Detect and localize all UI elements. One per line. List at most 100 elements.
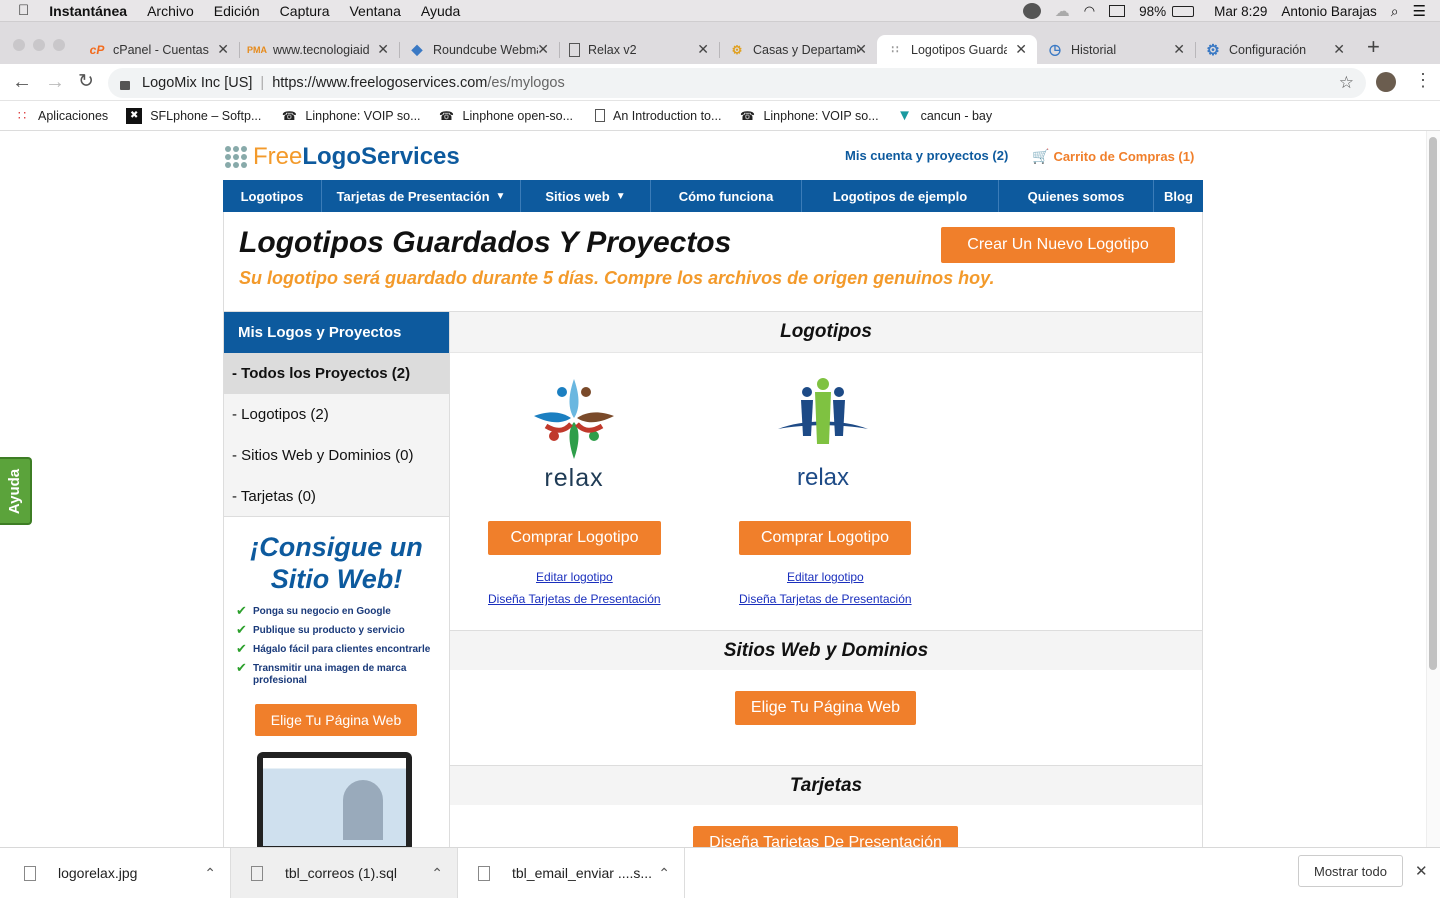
edit-logo-link-1[interactable]: Editar logotipo <box>536 570 613 584</box>
bookmark-label: Linphone: VOIP so... <box>763 108 879 123</box>
nav-quienes-somos[interactable]: Quienes somos <box>999 180 1154 212</box>
menu-archivo[interactable]: Archivo <box>147 3 194 19</box>
nav-logotipos[interactable]: Logotipos <box>223 180 322 212</box>
nav-tarjetas[interactable]: Tarjetas de Presentación ▼ <box>322 180 521 212</box>
site-identity[interactable]: LogoMix Inc [US] <box>142 75 252 91</box>
logo-preview-1[interactable]: relax <box>524 374 624 494</box>
apple-icon[interactable]:  <box>18 2 29 19</box>
nav-logotipos-ejemplo[interactable]: Logotipos de ejemplo <box>802 180 999 212</box>
bookmark-introduction[interactable]: An Introduction to... <box>595 109 721 123</box>
design-cards-link-1[interactable]: Diseña Tarjetas de Presentación <box>488 592 661 606</box>
maximize-window-icon[interactable] <box>53 39 65 51</box>
menu-ventana[interactable]: Ventana <box>349 3 400 19</box>
download-item-3[interactable]: tbl_email_enviar ....s... ⌃ <box>458 848 685 898</box>
forward-icon[interactable]: → <box>45 71 65 94</box>
bookmark-cancun[interactable]: ▼ cancun - bay <box>897 107 992 124</box>
promo-website-button[interactable]: Elige Tu Página Web <box>255 704 417 736</box>
download-item-2[interactable]: tbl_correos (1).sql ⌃ <box>230 848 458 898</box>
tab-casas[interactable]: ⚙ Casas y Departamentos ✕ <box>719 35 877 64</box>
cart-label: Carrito de Compras (1) <box>1053 149 1195 164</box>
bookmark-apps[interactable]: ∷ Aplicaciones <box>14 108 108 124</box>
control-center-icon[interactable]: ☰ <box>1413 2 1426 20</box>
status-icon[interactable] <box>1022 3 1041 19</box>
nav-sitios-web[interactable]: Sitios web ▼ <box>521 180 651 212</box>
close-icon[interactable]: ✕ <box>217 41 229 58</box>
create-logo-button[interactable]: Crear Un Nuevo Logotipo <box>941 227 1175 263</box>
nav-blog[interactable]: Blog <box>1154 180 1203 212</box>
logo-preview-2[interactable]: relax <box>773 374 873 494</box>
user-name[interactable]: Antonio Barajas <box>1281 4 1376 19</box>
tab-relax[interactable]: Relax v2 ✕ <box>559 35 719 64</box>
close-icon[interactable]: ✕ <box>1015 41 1027 58</box>
tab-configuracion[interactable]: ⚙ Configuración ✕ <box>1195 35 1355 64</box>
help-tab[interactable]: Ayuda <box>0 457 32 525</box>
logo-text-free: Free <box>253 143 303 170</box>
tab-cpanel[interactable]: cP cPanel - Cuentas ✕ <box>79 35 239 64</box>
airplay-icon[interactable] <box>1109 5 1126 17</box>
buy-logo-button-1[interactable]: Comprar Logotipo <box>488 521 661 555</box>
tab-tecnologiaid[interactable]: PMA www.tecnologiaid ✕ <box>239 35 399 64</box>
cart-link[interactable]: 🛒 Carrito de Compras (1) <box>1032 148 1194 165</box>
address-bar[interactable]: LogoMix Inc [US] | https://www.freelogos… <box>108 68 1366 98</box>
edit-logo-link-2[interactable]: Editar logotipo <box>787 570 864 584</box>
chevron-up-icon[interactable]: ⌃ <box>658 865 670 882</box>
menu-ayuda[interactable]: Ayuda <box>421 3 460 19</box>
design-cards-link-2[interactable]: Diseña Tarjetas de Presentación <box>739 592 912 606</box>
tab-roundcube[interactable]: ◆ Roundcube Webmail ✕ <box>399 35 559 64</box>
close-icon[interactable]: ✕ <box>377 41 389 58</box>
close-icon[interactable]: ✕ <box>537 41 549 58</box>
close-icon[interactable]: ✕ <box>1333 41 1345 58</box>
bookmark-linphone-3[interactable]: ☎ Linphone: VOIP so... <box>739 108 879 124</box>
close-icon[interactable]: ✕ <box>855 41 867 58</box>
tab-logotipos-active[interactable]: ∷ Logotipos Guardados ✕ <box>877 35 1037 64</box>
close-window-icon[interactable] <box>13 39 25 51</box>
cancun-icon: ▼ <box>897 107 912 124</box>
sidebar-item-logotipos[interactable]: - Logotipos (2) <box>224 394 449 435</box>
show-all-downloads-button[interactable]: Mostrar todo <box>1298 855 1403 887</box>
nav-label: Logotipos <box>240 188 304 204</box>
nav-como-funciona[interactable]: Cómo funciona <box>651 180 802 212</box>
url-path[interactable]: /es/mylogos <box>487 75 564 91</box>
menu-captura[interactable]: Captura <box>280 3 330 19</box>
choose-website-button[interactable]: Elige Tu Página Web <box>735 691 916 725</box>
cloud-icon[interactable]: ☁ <box>1055 2 1070 20</box>
lock-icon[interactable] <box>120 80 130 90</box>
bookmark-linphone-1[interactable]: ☎ Linphone: VOIP so... <box>281 108 421 124</box>
clock[interactable]: Mar 8:29 <box>1214 4 1267 19</box>
sidebar-item-todos[interactable]: - Todos los Proyectos (2) <box>224 353 449 394</box>
bookmark-linphone-2[interactable]: ☎ Linphone open-so... <box>439 108 573 124</box>
close-downloads-icon[interactable]: ✕ <box>1415 862 1428 880</box>
wifi-icon[interactable]: ◠ <box>1084 3 1095 19</box>
menu-edicion[interactable]: Edición <box>214 3 260 19</box>
account-link[interactable]: Mis cuenta y proyectos (2) <box>845 148 1008 163</box>
roundcube-icon: ◆ <box>411 41 423 57</box>
more-menu-icon[interactable]: ⋮ <box>1414 70 1432 91</box>
sidebar-item-sitios[interactable]: - Sitios Web y Dominios (0) <box>224 435 449 476</box>
battery-percent[interactable]: 98% <box>1139 4 1166 19</box>
site-logo[interactable]: Free LogoServices <box>225 143 460 171</box>
apps-grid-icon: ∷ <box>17 107 27 123</box>
bookmark-star-icon[interactable]: ☆ <box>1339 73 1354 93</box>
menu-app-name[interactable]: Instantánea <box>49 3 127 19</box>
design-cards-button[interactable]: Diseña Tarjetas De Presentación <box>693 826 958 847</box>
chevron-up-icon[interactable]: ⌃ <box>431 865 443 882</box>
download-item-1[interactable]: logorelax.jpg ⌃ <box>0 848 230 898</box>
chevron-up-icon[interactable]: ⌃ <box>204 865 216 882</box>
buy-logo-button-2[interactable]: Comprar Logotipo <box>739 521 911 555</box>
bookmark-sflphone[interactable]: ✖ SFLphone – Softp... <box>126 107 261 124</box>
page-title: Logotipos Guardados Y Proyectos <box>239 226 732 259</box>
close-icon[interactable]: ✕ <box>1173 41 1185 58</box>
avatar[interactable] <box>1376 72 1396 92</box>
url-host[interactable]: https://www.freelogoservices.com <box>272 75 487 91</box>
new-tab-icon[interactable]: + <box>1367 34 1380 60</box>
battery-icon[interactable] <box>1172 5 1195 17</box>
scrollbar-thumb[interactable] <box>1429 137 1437 670</box>
back-icon[interactable]: ← <box>12 71 32 94</box>
minimize-window-icon[interactable] <box>33 39 45 51</box>
close-icon[interactable]: ✕ <box>697 41 709 58</box>
spotlight-search-icon[interactable]: ⌕ <box>1391 3 1399 20</box>
reload-icon[interactable]: ↻ <box>78 70 94 93</box>
sidebar-item-tarjetas[interactable]: - Tarjetas (0) <box>224 476 449 517</box>
tab-historial[interactable]: ◷ Historial ✕ <box>1037 35 1195 64</box>
macos-menubar:  Instantánea Archivo Edición Captura Ve… <box>0 0 1440 22</box>
